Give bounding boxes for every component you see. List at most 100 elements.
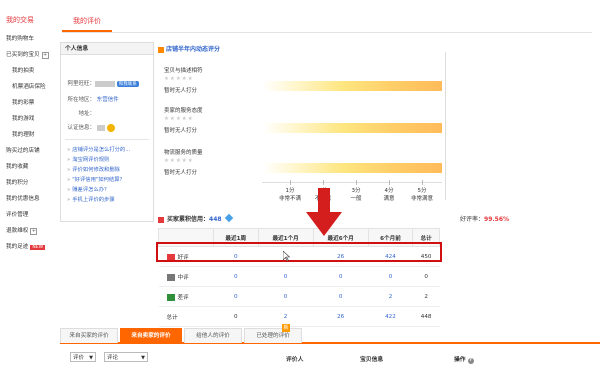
sidebar-item-finance[interactable]: 我的理财 xyxy=(12,130,34,138)
table-cell: 448 xyxy=(412,306,440,327)
table-cell[interactable]: 26 xyxy=(313,306,369,327)
rating-gradient-bar xyxy=(262,81,442,91)
table-cell[interactable]: 0 xyxy=(213,266,259,287)
link-credit-calc[interactable]: "好评信用"如何结算？ xyxy=(67,175,125,183)
sidebar-item-shops[interactable]: 购买过的店铺 xyxy=(6,146,40,154)
sidebar-item-travel[interactable]: 机票酒店保险 xyxy=(12,82,46,90)
table-row: 中评 0 0 0 0 0 xyxy=(158,266,440,287)
scale-tick xyxy=(323,180,324,185)
sidebar-item-footprints[interactable]: 我的足迹 NEW xyxy=(6,242,46,250)
metric-status: 暂时无人打分 xyxy=(164,88,198,94)
divider xyxy=(65,139,149,140)
sidebar-item-refunds[interactable]: 退款维权 + xyxy=(6,226,38,235)
sidebar: 我的交易 我的购物车 已买到的宝贝 + 我的拍卖 机票酒店保险 我的彩票 我的游戏… xyxy=(0,0,56,377)
diamond-icon xyxy=(224,213,233,223)
table-cell[interactable]: 0 xyxy=(258,266,314,287)
wangwang-contact-button[interactable]: 和我联系 xyxy=(116,80,139,87)
table-cell[interactable]: 422 xyxy=(368,306,413,327)
sidebar-item-lottery[interactable]: 我的彩票 xyxy=(12,98,34,106)
new-flag-icon: 新 xyxy=(282,324,290,332)
sidebar-item-cart[interactable]: 我的购物车 xyxy=(6,34,34,42)
scale-label: 满意 xyxy=(383,196,395,202)
arrow-down-icon xyxy=(306,188,342,236)
star-rating: ★★★★★ xyxy=(164,76,194,82)
table-cell: 0 xyxy=(412,266,440,287)
tab-my-reviews[interactable]: 我的评价 xyxy=(62,10,112,32)
column-item-info: 宝贝信息 xyxy=(360,357,384,363)
table-cell[interactable]: 0 xyxy=(313,286,369,307)
table-cell[interactable]: 2 xyxy=(368,286,413,307)
rating-gradient-bar xyxy=(262,163,442,173)
personal-info-panel: 个人信息 阿里旺旺： 和我联系 所在地区： 东营信件 地址： 认证信息： 店铺评… xyxy=(60,42,154,222)
sidebar-item-reviews[interactable]: 评价管理 xyxy=(6,210,28,218)
chevron-down-icon: ▼ xyxy=(89,355,93,361)
rating-gradient-bar xyxy=(262,123,442,133)
user-icon xyxy=(158,216,164,223)
table-cell[interactable]: 0 xyxy=(368,266,413,287)
divider xyxy=(445,52,446,200)
username-redacted xyxy=(95,80,115,87)
star-rating: ★★★★★ xyxy=(164,158,194,164)
link-negative-review[interactable]: 赚差评怎么办？ xyxy=(67,185,109,193)
link-rating-howto[interactable]: 店铺评分是怎么打分的... xyxy=(67,145,130,153)
medal-icon[interactable] xyxy=(106,123,115,132)
credit-score[interactable]: 448 xyxy=(209,216,222,223)
sidebar-item-auction[interactable]: 我的拍卖 xyxy=(12,66,34,74)
link-rating-rules[interactable]: 淘宝网评价规则 xyxy=(67,155,109,163)
mouse-cursor-icon xyxy=(283,251,290,261)
chart-icon xyxy=(158,46,164,53)
expand-icon[interactable]: + xyxy=(41,52,49,59)
link-mobile-review[interactable]: 手机上评价的步骤 xyxy=(67,195,114,203)
tab-from-buyers[interactable]: 来自买家的评价 xyxy=(60,328,118,343)
metric-name: 宝贝与描述相符 xyxy=(164,68,203,74)
scale-label: 非常满意 xyxy=(410,196,433,202)
metric-status: 暂时无人打分 xyxy=(164,128,198,134)
table-cell[interactable]: 0 xyxy=(213,286,259,307)
table-cell: 2 xyxy=(412,286,440,307)
metric-status: 暂时无人打分 xyxy=(164,170,198,176)
column-action: 操作? xyxy=(454,357,474,364)
tab-from-sellers[interactable]: 来自卖家的评价 xyxy=(120,328,182,343)
review-tabs: 来自买家的评价 来自卖家的评价 给他人的评价 已处理的评价 新 xyxy=(60,324,600,344)
scale-tick xyxy=(356,180,357,185)
sidebar-item-favorites[interactable]: 我的收藏 xyxy=(6,162,28,170)
table-cell: 0 xyxy=(213,306,259,327)
link-edit-delete[interactable]: 评价如何修改和删除 xyxy=(67,165,120,173)
rating-scale-line xyxy=(262,182,442,183)
sidebar-item-points[interactable]: 我的积分 xyxy=(6,178,28,186)
sidebar-title[interactable]: 我的交易 xyxy=(6,15,34,25)
scale-score: 3分 xyxy=(351,188,361,194)
metric-name: 卖家的服务态度 xyxy=(164,108,203,114)
scale-tick xyxy=(290,180,291,185)
sidebar-item-coupons[interactable]: 我的优惠信息 xyxy=(6,194,40,202)
row-label: 中评 xyxy=(158,266,214,287)
table-cell[interactable]: 0 xyxy=(258,286,314,307)
help-icon[interactable]: ? xyxy=(467,358,474,364)
location-link[interactable]: 东营信件 xyxy=(97,97,119,103)
table-cell[interactable]: 0 xyxy=(313,266,369,287)
star-rating: ★★★★★ xyxy=(164,116,194,122)
scale-score: 4分 xyxy=(384,188,394,194)
comment-select[interactable]: 评论 ▼ xyxy=(104,352,148,362)
row-label: 总计 xyxy=(158,306,214,327)
positive-rate: 好评率：99.56% xyxy=(460,216,510,223)
dynamic-ratings-title: 店铺半年内动态评分 xyxy=(158,44,220,53)
scale-score: 5分 xyxy=(417,188,427,194)
tab-to-others[interactable]: 给他人的评价 xyxy=(184,328,242,343)
scale-label: 非常不满 xyxy=(278,196,301,202)
auth-row: 认证信息： xyxy=(63,123,115,132)
review-type-select[interactable]: 评价 ▼ xyxy=(70,352,96,362)
divider xyxy=(62,32,592,33)
buyer-credit-header: 买家累积信用：448 xyxy=(158,213,233,223)
filter-row: 评价 ▼ 评论 ▼ 评价人 宝贝信息 操作? xyxy=(60,350,600,366)
table-row: 总计 0 2 26 422 448 xyxy=(158,306,440,327)
row-label: 差评 xyxy=(158,286,214,307)
sidebar-item-games[interactable]: 我的游戏 xyxy=(12,114,34,122)
metric-name: 物流服务的质量 xyxy=(164,150,203,156)
location-row: 所在地区： 东营信件 xyxy=(67,97,119,103)
expand-icon[interactable]: + xyxy=(30,228,38,235)
tab-processed[interactable]: 已处理的评价 xyxy=(244,328,302,343)
wangwang-row: 阿里旺旺： 和我联系 xyxy=(67,80,139,87)
sidebar-item-bought[interactable]: 已买到的宝贝 + xyxy=(6,50,49,59)
negative-review-icon xyxy=(166,293,175,301)
